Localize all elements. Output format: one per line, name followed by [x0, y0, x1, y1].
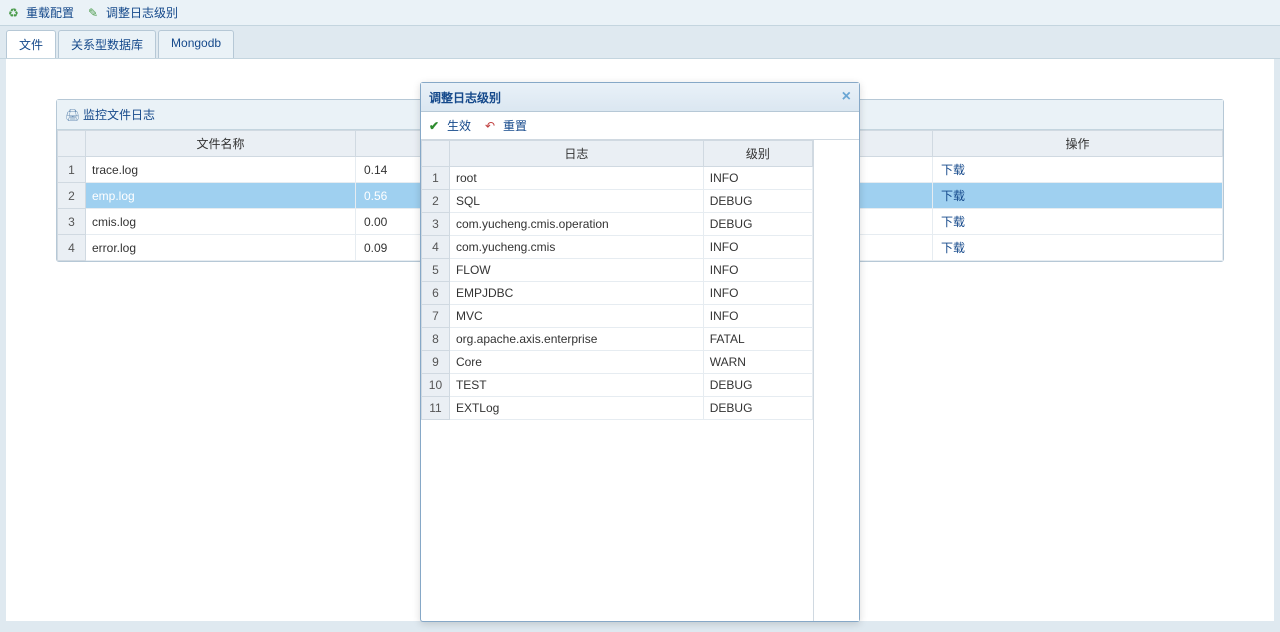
monitor-file-log-link[interactable]: 监控文件日志 — [83, 106, 155, 123]
rownum-cell: 1 — [422, 167, 450, 190]
operation-cell: 下载 — [933, 157, 1223, 183]
rownum-cell: 2 — [58, 183, 86, 209]
filename-cell: error.log — [86, 235, 356, 261]
table-row[interactable]: 7MVCINFO — [422, 305, 813, 328]
col-filename-header[interactable]: 文件名称 — [86, 131, 356, 157]
scrollbar-gutter — [814, 140, 859, 621]
rownum-cell: 4 — [422, 236, 450, 259]
log-name-cell: EMPJDBC — [449, 282, 703, 305]
rownum-cell: 9 — [422, 351, 450, 374]
download-link[interactable]: 下载 — [941, 241, 965, 255]
download-link[interactable]: 下载 — [941, 163, 965, 177]
filename-cell: emp.log — [86, 183, 356, 209]
reset-button[interactable]: ↶ 重置 — [485, 117, 527, 134]
filename-cell: cmis.log — [86, 209, 356, 235]
log-level-cell: INFO — [703, 167, 812, 190]
log-level-cell: INFO — [703, 282, 812, 305]
dialog-header[interactable]: 调整日志级别 × — [421, 83, 859, 112]
log-level-cell: DEBUG — [703, 397, 812, 420]
log-name-cell: FLOW — [449, 259, 703, 282]
log-name-cell: Core — [449, 351, 703, 374]
refresh-icon: ♻ — [8, 6, 22, 20]
dialog-body: 日志 级别 1rootINFO2SQLDEBUG3com.yucheng.cmi… — [421, 140, 859, 621]
log-level-cell: INFO — [703, 259, 812, 282]
check-icon: ✔ — [429, 119, 443, 133]
dialog-title: 调整日志级别 — [429, 89, 501, 106]
table-row[interactable]: 9CoreWARN — [422, 351, 813, 374]
table-row[interactable]: 1rootINFO — [422, 167, 813, 190]
rownum-cell: 11 — [422, 397, 450, 420]
log-level-cell: INFO — [703, 305, 812, 328]
adjust-log-level-button[interactable]: ✎ 调整日志级别 — [88, 4, 178, 21]
log-name-cell: TEST — [449, 374, 703, 397]
tab-file[interactable]: 文件 — [6, 30, 56, 58]
col-rownum-header — [58, 131, 86, 157]
log-level-cell: INFO — [703, 236, 812, 259]
apply-label: 生效 — [447, 117, 471, 134]
download-link[interactable]: 下载 — [941, 189, 965, 203]
rownum-cell: 2 — [422, 190, 450, 213]
table-row[interactable]: 5FLOWINFO — [422, 259, 813, 282]
close-icon[interactable]: × — [842, 88, 851, 106]
rownum-cell: 3 — [58, 209, 86, 235]
table-row[interactable]: 10TESTDEBUG — [422, 374, 813, 397]
tab-strip: 文件 关系型数据库 Mongodb — [0, 26, 1280, 59]
log-level-cell: WARN — [703, 351, 812, 374]
reload-config-label: 重载配置 — [26, 4, 74, 21]
rownum-cell: 10 — [422, 374, 450, 397]
rownum-cell: 3 — [422, 213, 450, 236]
log-name-cell: SQL — [449, 190, 703, 213]
rownum-cell: 1 — [58, 157, 86, 183]
operation-cell: 下载 — [933, 183, 1223, 209]
table-row[interactable]: 6EMPJDBCINFO — [422, 282, 813, 305]
undo-icon: ↶ — [485, 119, 499, 133]
log-level-cell: DEBUG — [703, 190, 812, 213]
dialog-col-level-header[interactable]: 级别 — [703, 141, 812, 167]
filename-cell: trace.log — [86, 157, 356, 183]
log-level-dialog: 调整日志级别 × ✔ 生效 ↶ 重置 日志 级别 1rootINFO2SQLDE… — [420, 82, 860, 622]
col-operation-header[interactable]: 操作 — [933, 131, 1223, 157]
log-name-cell: com.yucheng.cmis — [449, 236, 703, 259]
reset-label: 重置 — [503, 117, 527, 134]
reload-config-button[interactable]: ♻ 重载配置 — [8, 4, 74, 21]
log-name-cell: EXTLog — [449, 397, 703, 420]
log-name-cell: org.apache.axis.enterprise — [449, 328, 703, 351]
tab-rdb[interactable]: 关系型数据库 — [58, 30, 156, 58]
download-link[interactable]: 下载 — [941, 215, 965, 229]
rownum-cell: 6 — [422, 282, 450, 305]
table-row[interactable]: 11EXTLogDEBUG — [422, 397, 813, 420]
log-name-cell: MVC — [449, 305, 703, 328]
rownum-cell: 8 — [422, 328, 450, 351]
log-level-cell: DEBUG — [703, 213, 812, 236]
adjust-log-level-label: 调整日志级别 — [106, 4, 178, 21]
dialog-col-rownum-header — [422, 141, 450, 167]
table-row[interactable]: 2SQLDEBUG — [422, 190, 813, 213]
log-level-grid: 日志 级别 1rootINFO2SQLDEBUG3com.yucheng.cmi… — [421, 140, 813, 420]
log-name-cell: com.yucheng.cmis.operation — [449, 213, 703, 236]
table-row[interactable]: 3com.yucheng.cmis.operationDEBUG — [422, 213, 813, 236]
table-row[interactable]: 4com.yucheng.cmisINFO — [422, 236, 813, 259]
printer-icon: 🖨 — [65, 108, 79, 122]
rownum-cell: 7 — [422, 305, 450, 328]
operation-cell: 下载 — [933, 235, 1223, 261]
dialog-toolbar: ✔ 生效 ↶ 重置 — [421, 112, 859, 140]
rownum-cell: 5 — [422, 259, 450, 282]
rownum-cell: 4 — [58, 235, 86, 261]
log-level-cell: FATAL — [703, 328, 812, 351]
pencil-icon: ✎ — [88, 6, 102, 20]
top-toolbar: ♻ 重载配置 ✎ 调整日志级别 — [0, 0, 1280, 26]
log-level-cell: DEBUG — [703, 374, 812, 397]
apply-button[interactable]: ✔ 生效 — [429, 117, 471, 134]
tab-mongodb[interactable]: Mongodb — [158, 30, 234, 58]
operation-cell: 下载 — [933, 209, 1223, 235]
table-row[interactable]: 8org.apache.axis.enterpriseFATAL — [422, 328, 813, 351]
dialog-col-log-header[interactable]: 日志 — [449, 141, 703, 167]
log-name-cell: root — [449, 167, 703, 190]
